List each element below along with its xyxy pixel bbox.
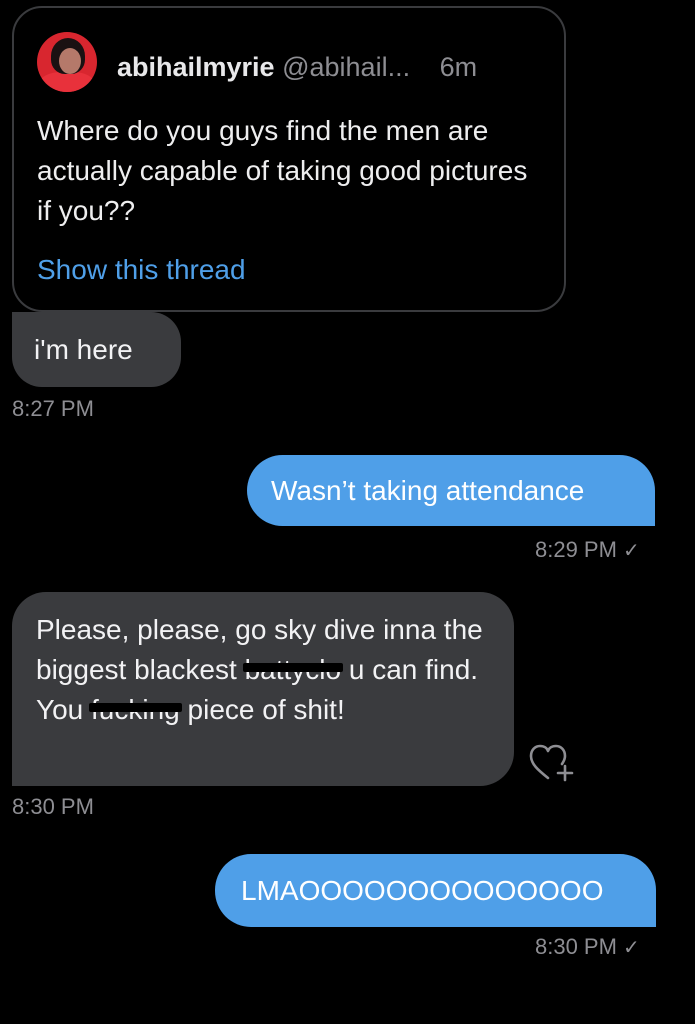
quoted-tweet-card[interactable]: abihailmyrie @abihail... 6m Where do you…	[12, 6, 566, 312]
censored-word: fucking	[89, 690, 182, 730]
message-timestamp-row: 8:30 PM ✓	[535, 934, 640, 961]
tweet-header: abihailmyrie @abihail... 6m	[117, 50, 477, 84]
tweet-age: 6m	[439, 52, 478, 82]
heart-plus-icon[interactable]	[529, 744, 575, 782]
message-timestamp: 8:30 PM	[535, 934, 617, 959]
message-bubble-outgoing[interactable]: Wasn’t taking attendance	[247, 455, 655, 526]
message-text-segment: piece of shit!	[179, 694, 345, 725]
censor-bar	[89, 703, 182, 712]
avatar[interactable]	[37, 32, 97, 92]
censor-bar	[242, 663, 344, 672]
message-timestamp-row: 8:29 PM ✓	[535, 537, 640, 564]
message-bubble-incoming[interactable]: Please, please, go sky dive inna the big…	[12, 592, 514, 786]
read-receipt-check-icon: ✓	[622, 540, 640, 562]
message-timestamp: 8:30 PM	[12, 794, 94, 819]
tweet-handle: @abihail...	[282, 52, 411, 82]
message-bubble-outgoing[interactable]: LMAOOOOOOOOOOOOOO	[215, 854, 656, 927]
message-timestamp: 8:29 PM	[535, 537, 617, 562]
tweet-display-name[interactable]: abihailmyrie	[117, 52, 275, 82]
censored-word: battyclo	[242, 650, 344, 690]
message-bubble-incoming[interactable]: i'm here	[12, 312, 181, 387]
tweet-text: Where do you guys find the men are actua…	[37, 115, 528, 226]
message-timestamp: 8:27 PM	[12, 396, 94, 421]
read-receipt-check-icon: ✓	[622, 937, 640, 959]
dm-conversation: abihailmyrie @abihail... 6m Where do you…	[0, 0, 695, 1024]
show-thread-link[interactable]: Show this thread	[37, 252, 246, 288]
